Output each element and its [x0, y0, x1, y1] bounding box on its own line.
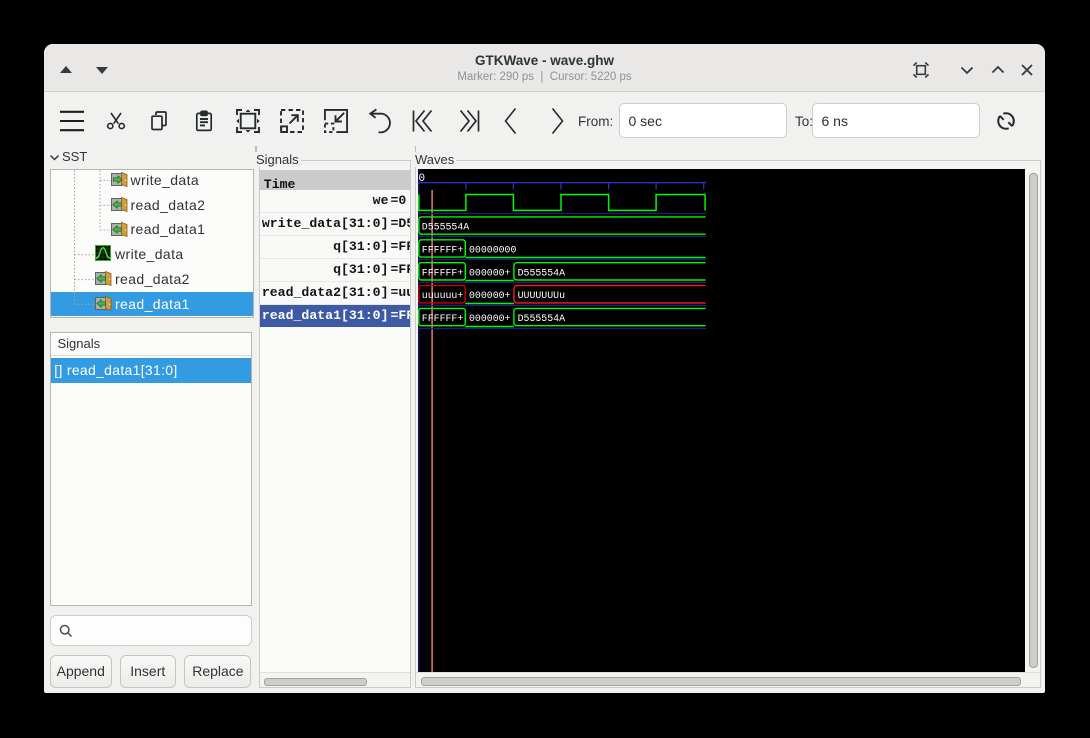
svg-text:UUUUUUUu: UUUUUUUu	[517, 290, 564, 301]
svg-text:00000000: 00000000	[469, 244, 516, 255]
svg-text:uuuuuu+: uuuuuu+	[421, 290, 463, 301]
svg-text:D555554A: D555554A	[517, 267, 564, 278]
svg-text:FFFFFF+: FFFFFF+	[421, 313, 463, 324]
svg-text:FFFFFF+: FFFFFF+	[421, 244, 463, 255]
svg-text:000000+: 000000+	[469, 313, 511, 324]
svg-text:FFFFFF+: FFFFFF+	[421, 267, 463, 278]
svg-text:000000+: 000000+	[469, 267, 511, 278]
svg-text:D555554A: D555554A	[421, 221, 468, 232]
svg-text:000000+: 000000+	[469, 290, 511, 301]
svg-text:D555554A: D555554A	[517, 313, 564, 324]
